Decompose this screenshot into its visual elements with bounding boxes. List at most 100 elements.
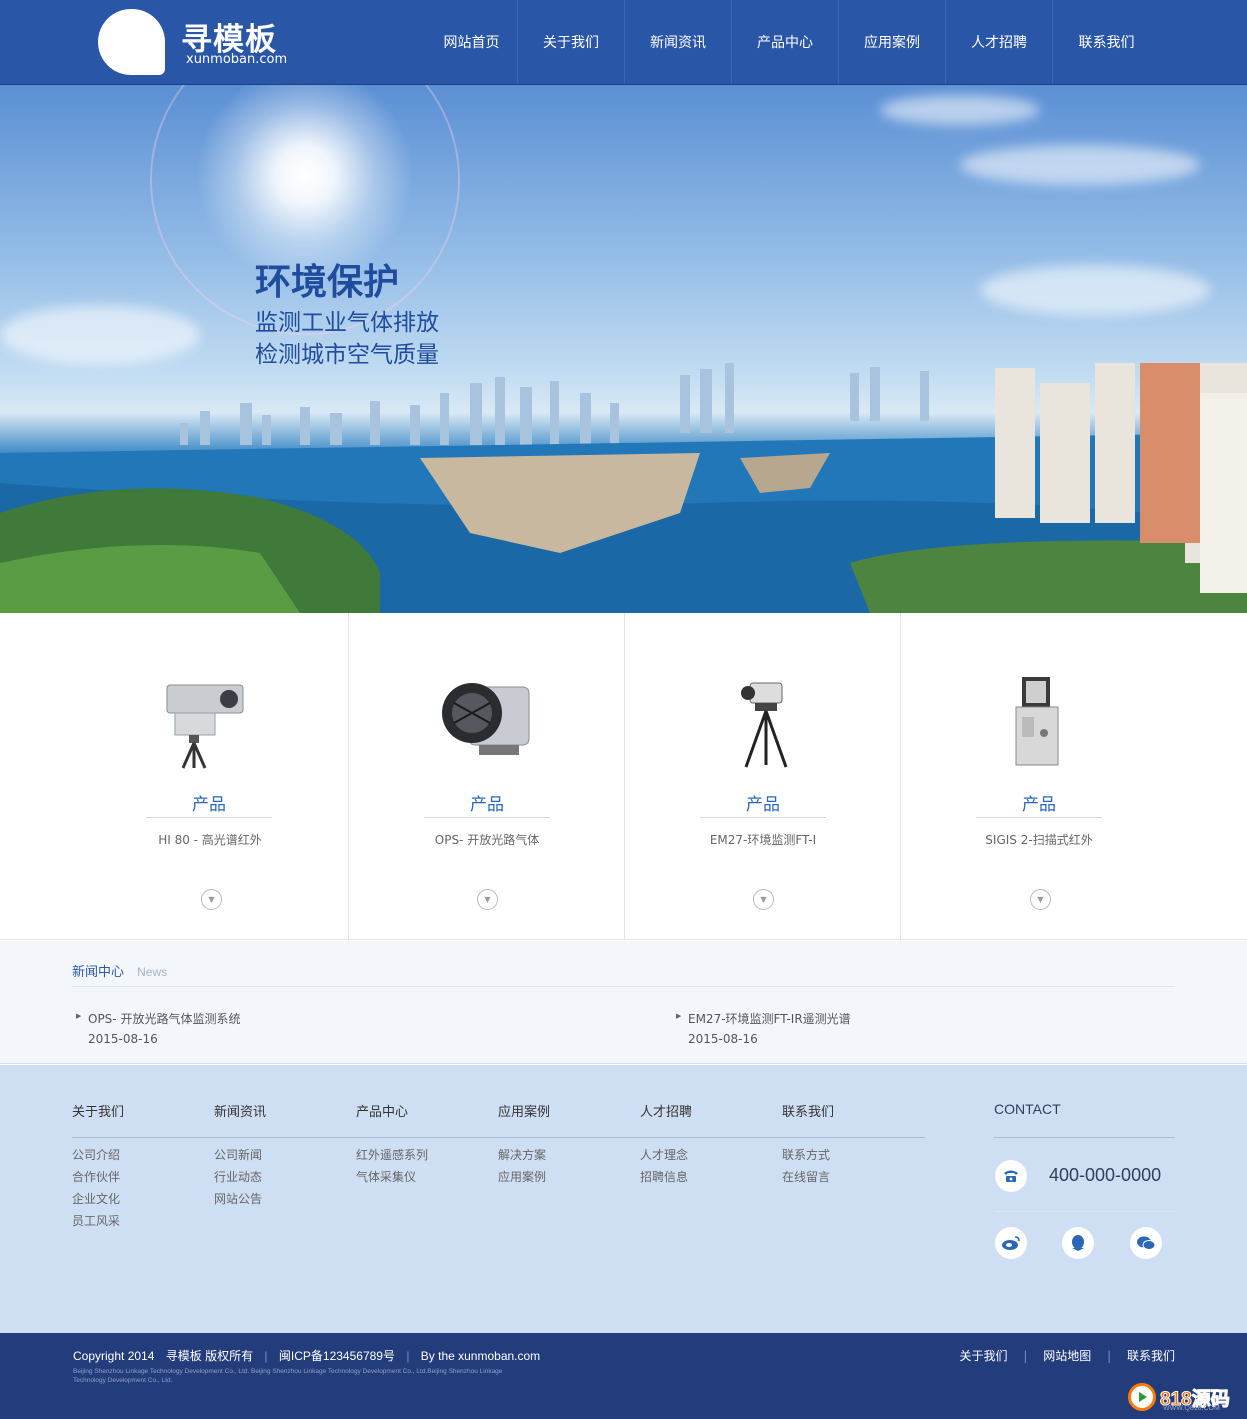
news-item-title[interactable]: OPS- 开放光路气体监测系统 <box>88 1012 240 1026</box>
footer-column-title[interactable]: 产品中心 <box>356 1101 428 1137</box>
footer-link[interactable]: 公司新闻 <box>214 1147 266 1163</box>
copyright-line: Copyright 2014 寻模板 版权所有 | 闽ICP备123456789… <box>73 1347 540 1364</box>
footer-column-jobs: 人才招聘 人才理念 招聘信息 <box>640 1101 692 1191</box>
product-card[interactable]: 产品 HI 80 - 高光谱红外 ▼ <box>0 613 349 940</box>
logo-mark-icon[interactable] <box>98 9 165 75</box>
banner-title: 环境保护 <box>255 262 400 303</box>
bottom-links: 关于我们 | 网站地图 | 联系我们 <box>960 1347 1175 1364</box>
footer-link[interactable]: 招聘信息 <box>640 1169 692 1185</box>
news-title[interactable]: 新闻中心 <box>72 965 124 980</box>
footer-column-cases: 应用案例 解决方案 应用案例 <box>498 1101 550 1191</box>
tripod-spectrometer-icon[interactable] <box>710 673 820 773</box>
footer-link[interactable]: 合作伙伴 <box>72 1169 124 1185</box>
nav-item-news[interactable]: 新闻资讯 <box>625 0 732 84</box>
contact-phone[interactable]: 400-000-0000 <box>1049 1165 1161 1186</box>
news-item-title[interactable]: EM27-环境监测FT-IR遥测光谱 <box>688 1012 851 1026</box>
thermal-camera-icon[interactable] <box>155 673 265 773</box>
play-logo-icon <box>1128 1383 1156 1411</box>
cloud <box>880 95 1040 125</box>
footer-link[interactable]: 员工风采 <box>72 1213 124 1229</box>
cloud <box>980 265 1210 315</box>
cloud <box>960 145 1200 185</box>
footer-link[interactable]: 红外遥感系列 <box>356 1147 428 1163</box>
footer-column-title[interactable]: 联系我们 <box>782 1101 834 1137</box>
separator: | <box>1107 1349 1112 1363</box>
watermark-url: WWW.Q818.COM <box>1163 1405 1220 1412</box>
footer-link[interactable]: 联系方式 <box>782 1147 834 1163</box>
scanner-cabinet-icon[interactable] <box>982 673 1092 773</box>
nav-item-home[interactable]: 网站首页 <box>426 0 518 84</box>
news-item[interactable]: ▶ EM27-环境监测FT-IR遥测光谱 2015-08-16 <box>676 1010 851 1046</box>
footer-column-about: 关于我们 公司介绍 合作伙伴 企业文化 员工风采 <box>72 1101 124 1235</box>
nav-item-cases[interactable]: 应用案例 <box>839 0 946 84</box>
nav-item-about[interactable]: 关于我们 <box>518 0 625 84</box>
wechat-icon[interactable] <box>1130 1227 1162 1259</box>
qq-icon[interactable] <box>1062 1227 1094 1259</box>
made-by[interactable]: By the xunmoban.com <box>421 1349 540 1363</box>
nav-item-jobs[interactable]: 人才招聘 <box>946 0 1053 84</box>
site-header: 寻模板 xunmoban.com 网站首页 关于我们 新闻资讯 产品中心 应用案… <box>0 0 1247 85</box>
chevron-down-icon[interactable]: ▼ <box>201 889 222 910</box>
contact-divider <box>994 1137 1175 1138</box>
bottom-link-contact[interactable]: 联系我们 <box>1127 1349 1175 1363</box>
product-name[interactable]: HI 80 - 高光谱红外 <box>100 831 320 848</box>
site-footer: 关于我们 公司介绍 合作伙伴 企业文化 员工风采 新闻资讯 公司新闻 行业动态 … <box>0 1065 1247 1333</box>
hero-banner[interactable]: 环境保护 监测工业气体排放 检测城市空气质量 <box>0 85 1247 613</box>
product-category[interactable]: 产品 <box>976 790 1102 818</box>
bullet-arrow-icon: ▶ <box>676 1012 682 1020</box>
news-item-date: 2015-08-16 <box>688 1032 758 1046</box>
product-card[interactable]: 产品 SIGIS 2-扫描式红外 ▼ <box>901 613 1247 940</box>
product-name[interactable]: SIGIS 2-扫描式红外 <box>929 831 1149 848</box>
icp-number[interactable]: 闽ICP备123456789号 <box>279 1349 395 1363</box>
news-item[interactable]: ▶ OPS- 开放光路气体监测系统 2015-08-16 <box>76 1010 240 1046</box>
news-section: 新闻中心 News ▶ OPS- 开放光路气体监测系统 2015-08-16 ▶… <box>0 941 1247 1064</box>
news-item-date: 2015-08-16 <box>88 1032 158 1046</box>
bottom-link-about[interactable]: 关于我们 <box>960 1349 1008 1363</box>
footer-link[interactable]: 解决方案 <box>498 1147 550 1163</box>
telescope-sensor-icon[interactable] <box>434 673 544 773</box>
chevron-down-icon[interactable]: ▼ <box>1030 889 1051 910</box>
copyright-owner: 寻模板 版权所有 <box>165 1349 254 1363</box>
footer-link[interactable]: 人才理念 <box>640 1147 692 1163</box>
news-subtitle: News <box>137 965 168 979</box>
footer-link[interactable]: 气体采集仪 <box>356 1169 428 1185</box>
product-name[interactable]: OPS- 开放光路气体 <box>377 831 597 848</box>
bottom-bar: Copyright 2014 寻模板 版权所有 | 闽ICP备123456789… <box>0 1333 1247 1419</box>
footer-column-title[interactable]: 人才招聘 <box>640 1101 692 1137</box>
chevron-down-icon[interactable]: ▼ <box>753 889 774 910</box>
banner-line-1: 监测工业气体排放 <box>255 310 439 336</box>
news-header: 新闻中心 News <box>72 961 1175 987</box>
footer-column-products: 产品中心 红外遥感系列 气体采集仪 <box>356 1101 428 1191</box>
nav-item-contact[interactable]: 联系我们 <box>1053 0 1160 84</box>
footer-link[interactable]: 网站公告 <box>214 1191 266 1207</box>
footer-column-title[interactable]: 关于我们 <box>72 1101 124 1137</box>
product-category[interactable]: 产品 <box>424 790 550 818</box>
product-name[interactable]: EM27-环境监测FT-I <box>653 831 873 848</box>
product-card[interactable]: 产品 OPS- 开放光路气体 ▼ <box>349 613 625 940</box>
bottom-link-sitemap[interactable]: 网站地图 <box>1043 1349 1091 1363</box>
phone-icon <box>995 1160 1027 1192</box>
product-card[interactable]: 产品 EM27-环境监测FT-I ▼ <box>625 613 901 940</box>
chevron-down-icon[interactable]: ▼ <box>477 889 498 910</box>
footer-column-title[interactable]: 新闻资讯 <box>214 1101 266 1137</box>
logo-subtitle: xunmoban.com <box>186 52 288 67</box>
footer-column-news: 新闻资讯 公司新闻 行业动态 网站公告 <box>214 1101 266 1213</box>
product-category[interactable]: 产品 <box>146 790 272 818</box>
footer-link[interactable]: 公司介绍 <box>72 1147 124 1163</box>
footer-link[interactable]: 行业动态 <box>214 1169 266 1185</box>
separator: | <box>1023 1349 1028 1363</box>
footer-column-contact: 联系我们 联系方式 在线留言 <box>782 1101 834 1191</box>
weibo-icon[interactable] <box>995 1227 1027 1259</box>
footer-column-title[interactable]: 应用案例 <box>498 1101 550 1137</box>
city-skyline-illustration <box>0 363 1247 613</box>
banner-line-2: 检测城市空气质量 <box>255 342 439 368</box>
bullet-arrow-icon: ▶ <box>76 1012 82 1020</box>
footer-link[interactable]: 应用案例 <box>498 1169 550 1185</box>
nav-item-products[interactable]: 产品中心 <box>732 0 839 84</box>
separator: | <box>406 1349 410 1363</box>
product-category[interactable]: 产品 <box>700 790 826 818</box>
fine-print: Beijing Shenzhou Linkage Technology Deve… <box>73 1368 503 1384</box>
footer-link[interactable]: 在线留言 <box>782 1169 834 1185</box>
footer-link[interactable]: 企业文化 <box>72 1191 124 1207</box>
contact-title: CONTACT <box>994 1101 1061 1117</box>
